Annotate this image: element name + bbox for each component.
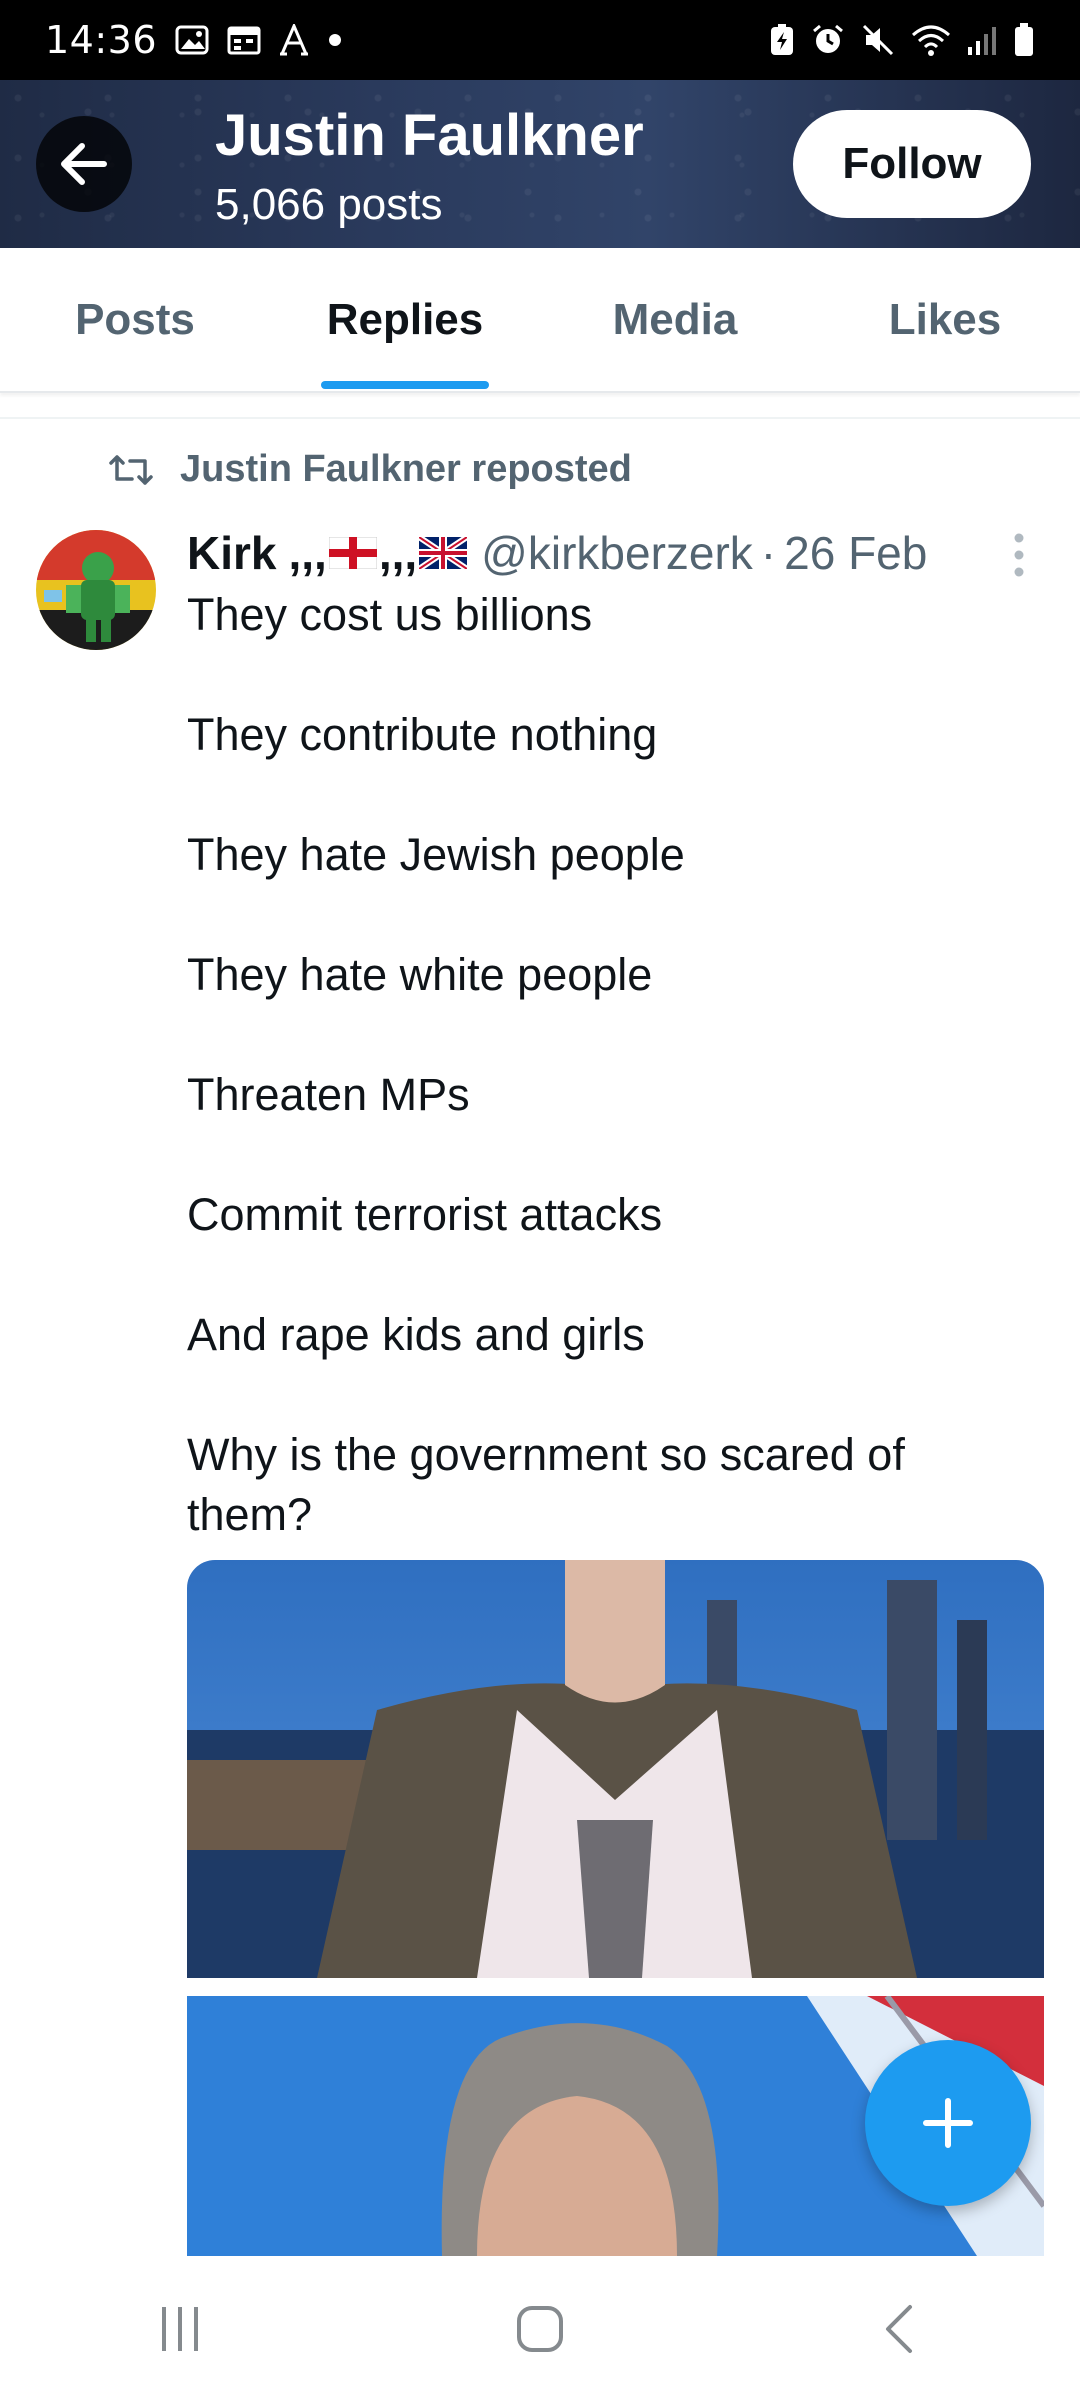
post-line: They hate Jewish people <box>187 829 685 880</box>
gallery-icon <box>175 25 209 55</box>
calendar-icon <box>227 25 261 55</box>
profile-tabs: Posts Replies Media Likes <box>0 248 1080 393</box>
post-line: Why is the government so scared of them? <box>187 1429 905 1540</box>
recent-apps-icon <box>162 2307 198 2351</box>
post-media-image[interactable] <box>187 1560 1044 1978</box>
status-bar: 14:36 <box>0 0 1080 80</box>
tab-replies[interactable]: Replies <box>270 248 540 391</box>
home-icon <box>517 2306 563 2352</box>
back-nav-icon <box>886 2305 912 2353</box>
battery-icon <box>1013 22 1035 58</box>
post-date[interactable]: 26 Feb <box>784 526 927 580</box>
separator-dot: · <box>760 527 777 579</box>
repost-indicator[interactable]: Justin Faulkner reposted <box>108 448 632 491</box>
dot-icon <box>327 32 343 48</box>
post-line: Commit terrorist attacks <box>187 1189 663 1240</box>
uk-flag-icon <box>417 526 469 580</box>
post-line: And rape kids and girls <box>187 1309 645 1360</box>
follow-button[interactable]: Follow <box>793 110 1031 218</box>
arrow-left-icon <box>61 143 107 185</box>
post-line: They contribute nothing <box>187 709 658 760</box>
back-button[interactable] <box>36 116 132 212</box>
active-tab-indicator <box>321 381 489 389</box>
home-button[interactable] <box>480 2289 600 2369</box>
font-a-icon <box>279 24 309 56</box>
tab-likes[interactable]: Likes <box>810 248 1080 391</box>
alarm-icon <box>811 23 845 57</box>
name-separator: ,,, <box>288 527 327 579</box>
repost-label: Justin Faulkner reposted <box>180 448 632 490</box>
post-line: They hate white people <box>187 949 653 1000</box>
status-time: 14:36 <box>45 18 158 62</box>
post-header: Kirk ,,, ,,, @kirkberzerk · 26 Feb <box>187 526 927 580</box>
compose-button[interactable] <box>865 2040 1031 2206</box>
post-line: They cost us billions <box>187 589 593 640</box>
tab-media[interactable]: Media <box>540 248 810 391</box>
plus-icon <box>923 2098 973 2148</box>
profile-name: Justin Faulkner <box>215 103 644 168</box>
system-nav-bar <box>0 2258 1080 2400</box>
england-flag-icon <box>328 526 378 580</box>
battery-saver-icon <box>769 23 795 57</box>
back-nav-button[interactable] <box>840 2289 960 2369</box>
avatar[interactable] <box>36 530 156 650</box>
mute-icon <box>861 23 895 57</box>
post-line: Threaten MPs <box>187 1069 470 1120</box>
recent-apps-button[interactable] <box>120 2289 240 2369</box>
post-count: 5,066 posts <box>215 180 443 229</box>
more-options-button[interactable] <box>1005 530 1033 580</box>
name-separator-2: ,,, <box>378 527 418 579</box>
author-handle[interactable]: @kirkberzerk <box>481 526 753 580</box>
more-vertical-icon <box>1014 533 1024 577</box>
repost-icon <box>109 454 153 485</box>
wifi-icon <box>911 23 951 57</box>
post-text: They cost us billions They contribute no… <box>187 585 967 1545</box>
profile-header: Justin Faulkner 5,066 posts Follow <box>0 80 1080 248</box>
tab-posts[interactable]: Posts <box>0 248 270 391</box>
author-name[interactable]: Kirk <box>187 526 276 580</box>
divider <box>0 417 1080 419</box>
signal-icon <box>967 23 997 57</box>
